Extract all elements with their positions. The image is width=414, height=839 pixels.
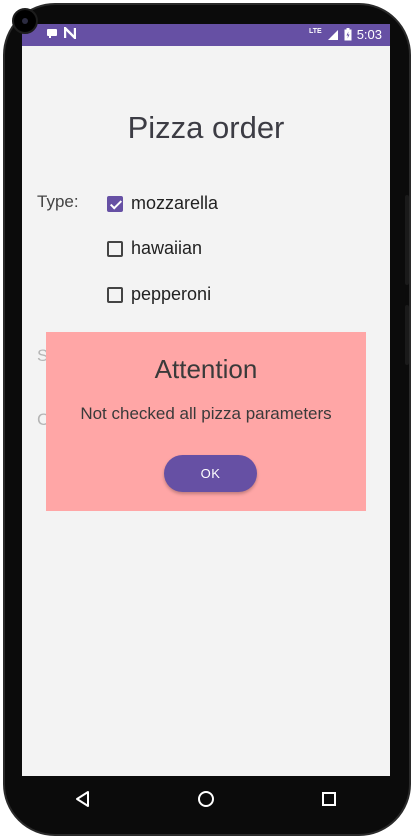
home-button[interactable] [186,779,226,819]
notification-icon [47,29,57,38]
n-logo-icon [64,27,76,39]
network-type: LTE [308,28,322,35]
hawaiian-label: hawaiian [131,238,203,258]
app-screen: LTE 5:03 Pizza order Type: mozzarella ha… [22,24,390,776]
alert-dialog: Attention Not checked all pizza paramete… [46,332,366,511]
option-mozzarella[interactable]: mozzarella [107,193,218,214]
pepperoni-label: pepperoni [131,284,212,304]
volume-button [405,305,409,365]
back-button[interactable] [63,779,103,819]
power-button [405,195,409,285]
mozzarella-checkbox[interactable] [107,195,123,212]
navigation-bar [22,776,390,822]
signal-icon [327,29,338,40]
battery-icon [344,28,352,41]
option-hawaiian[interactable]: hawaiian [107,238,202,259]
type-label: Type: [37,192,79,211]
page-title: Pizza order [127,110,285,145]
back-icon [76,791,90,807]
recents-icon [321,792,336,806]
pepperoni-checkbox[interactable] [107,286,123,303]
ok-button[interactable]: OK [164,455,257,492]
dialog-message: Not checked all pizza parameters [80,404,332,423]
home-icon [197,791,214,807]
recents-button[interactable] [309,779,349,819]
mozzarella-label: mozzarella [131,193,219,213]
status-bar: LTE 5:03 [22,24,390,46]
hawaiian-checkbox[interactable] [107,240,123,257]
front-camera [12,8,38,34]
option-pepperoni[interactable]: pepperoni [107,284,211,305]
clock: 5:03 [356,27,382,42]
dialog-title: Attention [154,354,258,384]
